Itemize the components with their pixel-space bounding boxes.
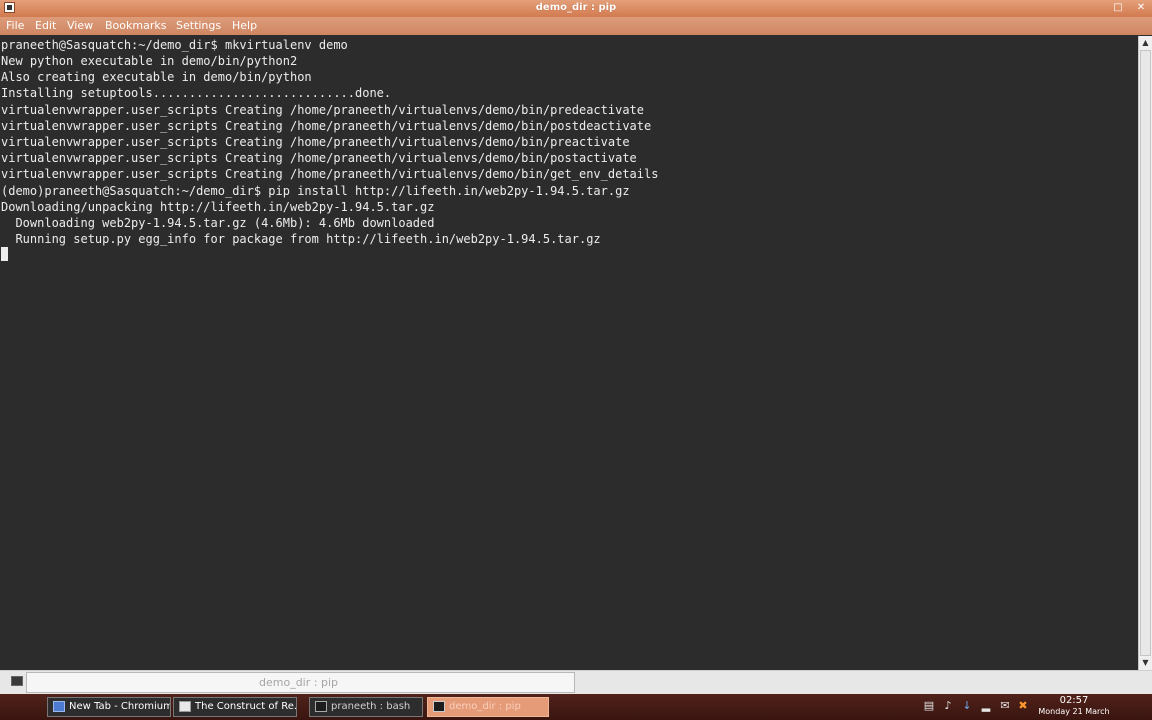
- vertical-scrollbar[interactable]: ▲ ▼: [1138, 36, 1152, 670]
- terminal-line: virtualenvwrapper.user_scripts Creating …: [1, 167, 659, 181]
- terminal-line: virtualenvwrapper.user_scripts Creating …: [1, 135, 630, 149]
- terminal-line: (demo)praneeth@Sasquatch:~/demo_dir$ pip…: [1, 184, 630, 198]
- taskbar-item-label: praneeth : bash: [331, 701, 411, 712]
- minimize-icon[interactable]: □: [1112, 2, 1124, 14]
- volume-icon[interactable]: ♪: [941, 699, 955, 713]
- settings-x-icon[interactable]: ✖: [1016, 699, 1030, 713]
- window-titlebar[interactable]: demo_dir : pip □ ✕: [0, 0, 1152, 17]
- terminal-line: Running setup.py egg_info for package fr…: [1, 232, 601, 246]
- terminal-line: Downloading web2py-1.94.5.tar.gz (4.6Mb)…: [1, 216, 435, 230]
- taskbar-item-label: New Tab - Chromium: [69, 701, 171, 712]
- menu-settings[interactable]: Settings: [176, 19, 221, 32]
- terminal-cursor: [1, 247, 8, 261]
- document-icon: [179, 701, 191, 712]
- terminal-line: virtualenvwrapper.user_scripts Creating …: [1, 119, 652, 133]
- close-icon[interactable]: ✕: [1135, 2, 1147, 14]
- menu-file[interactable]: File: [6, 19, 24, 32]
- terminal-line: virtualenvwrapper.user_scripts Creating …: [1, 151, 637, 165]
- menu-bookmarks[interactable]: Bookmarks: [105, 19, 166, 32]
- terminal-line: New python executable in demo/bin/python…: [1, 54, 298, 68]
- chromium-icon: [53, 701, 65, 712]
- taskbar-item-label: demo_dir : pip: [449, 701, 521, 712]
- clipboard-icon[interactable]: ▤: [922, 699, 936, 713]
- clock[interactable]: 02:57 Monday 21 March: [1032, 695, 1116, 717]
- terminal-line: Also creating executable in demo/bin/pyt…: [1, 70, 312, 84]
- download-icon[interactable]: ↓: [960, 699, 974, 713]
- scroll-up-icon[interactable]: ▲: [1139, 37, 1152, 49]
- chat-icon[interactable]: ✉: [998, 699, 1012, 713]
- taskbar-item-document[interactable]: The Construct of Re...: [173, 697, 297, 717]
- terminal-line: praneeth@Sasquatch:~/demo_dir$ mkvirtual…: [1, 38, 348, 52]
- menu-view[interactable]: View: [67, 19, 93, 32]
- terminal-output[interactable]: praneeth@Sasquatch:~/demo_dir$ mkvirtual…: [0, 36, 1138, 670]
- taskbar-item-bash[interactable]: praneeth : bash: [309, 697, 423, 717]
- taskbar-item-label: The Construct of Re...: [195, 701, 297, 712]
- taskbar-item-chromium[interactable]: New Tab - Chromium: [47, 697, 171, 717]
- session-tab-bar: demo_dir : pip: [0, 670, 1152, 694]
- menu-bar: File Edit View Bookmarks Settings Help: [0, 17, 1152, 35]
- menu-help[interactable]: Help: [232, 19, 257, 32]
- menu-edit[interactable]: Edit: [35, 19, 56, 32]
- clock-date: Monday 21 March: [1038, 707, 1110, 716]
- taskbar: New Tab - Chromium The Construct of Re..…: [0, 694, 1152, 720]
- window-title: demo_dir : pip: [535, 2, 617, 13]
- scroll-down-icon[interactable]: ▼: [1139, 657, 1152, 669]
- terminal-icon: [433, 701, 445, 712]
- session-tab-label: demo_dir : pip: [259, 676, 338, 689]
- terminal-line: Downloading/unpacking http://lifeeth.in/…: [1, 200, 435, 214]
- taskbar-item-pip[interactable]: demo_dir : pip: [427, 697, 549, 717]
- scrollbar-thumb[interactable]: [1140, 50, 1151, 656]
- session-tab[interactable]: demo_dir : pip: [26, 672, 575, 693]
- terminal-line: Installing setuptools...................…: [1, 86, 392, 100]
- new-tab-icon[interactable]: [11, 676, 23, 686]
- terminal-line: virtualenvwrapper.user_scripts Creating …: [1, 103, 644, 117]
- clock-time: 02:57: [1059, 695, 1089, 706]
- network-signal-icon[interactable]: ▂: [979, 699, 993, 713]
- terminal-icon: [315, 701, 327, 712]
